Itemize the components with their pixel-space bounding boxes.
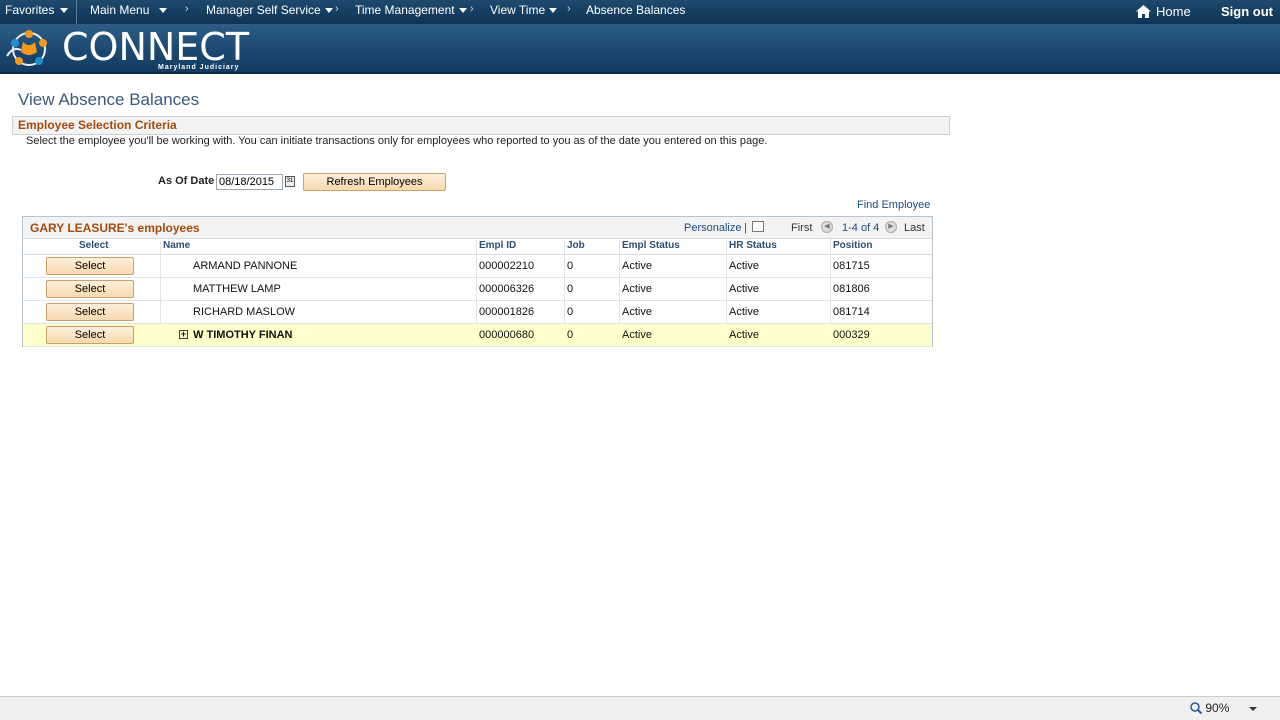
position: 081714	[833, 306, 870, 318]
as-of-date-label: As Of Date	[158, 175, 215, 187]
nav-main-menu[interactable]: Main Menu	[90, 0, 168, 24]
column-header-hr-status[interactable]: HR Status	[729, 240, 777, 251]
nav-time-management[interactable]: Time Management	[355, 0, 467, 24]
browser-status-bar: 90%	[0, 696, 1280, 720]
header-banner: CONNECT Maryland Judiciary	[0, 24, 1280, 74]
previous-page-icon[interactable]: ◀	[821, 221, 833, 233]
nav-absence-balances-label: Absence Balances	[586, 3, 686, 17]
column-header-select: Select	[79, 240, 109, 251]
nav-absence-balances[interactable]: Absence Balances	[586, 0, 685, 24]
empl-id: 000000680	[479, 329, 535, 341]
grid-title: GARY LEASURE's employees	[30, 221, 200, 235]
empl-status: Active	[622, 306, 652, 318]
column-header-position[interactable]: Position	[833, 240, 872, 251]
chevron-down-icon	[458, 8, 467, 14]
nav-time-management-label: Time Management	[355, 3, 455, 17]
select-button[interactable]: Select	[46, 326, 134, 344]
chevron-down-icon	[549, 8, 558, 14]
table-row: Select ARMAND PANNONE 000002210 0 Active…	[23, 255, 932, 278]
position: 081806	[833, 283, 870, 295]
zoom-level: 90%	[1205, 701, 1230, 715]
employee-selection-criteria-section: Employee Selection Criteria	[12, 116, 950, 135]
instructions-text: Select the employee you'll be working wi…	[26, 135, 768, 147]
zoom-icon	[1190, 702, 1203, 715]
connect-logo-icon	[6, 30, 47, 66]
nav-divider	[76, 0, 77, 24]
next-page-icon[interactable]: ▶	[885, 221, 897, 233]
first-page-link[interactable]: First	[791, 222, 812, 234]
job: 0	[567, 283, 574, 295]
empl-id: 000006326	[479, 283, 535, 295]
nav-manager-self-service[interactable]: Manager Self Service	[206, 0, 333, 24]
nav-favorites-label: Favorites	[5, 3, 55, 17]
sign-out-link[interactable]: Sign out	[1221, 0, 1273, 24]
nav-view-time[interactable]: View Time	[490, 0, 558, 24]
employee-name-expandable: + W TIMOTHY FINAN	[179, 329, 292, 341]
empl-id: 000001826	[479, 306, 535, 318]
chevron-down-icon	[159, 8, 168, 14]
nav-view-time-label: View Time	[490, 3, 546, 17]
nav-main-menu-label: Main Menu	[90, 3, 150, 17]
section-title: Employee Selection Criteria	[18, 118, 177, 132]
empl-id: 000002210	[479, 260, 535, 272]
new-window-icon[interactable]	[752, 221, 764, 232]
row-range-label: 1-4 of 4	[842, 222, 880, 234]
calendar-icon[interactable]: 31	[285, 176, 295, 187]
hr-status: Active	[729, 283, 759, 295]
refresh-employees-button[interactable]: Refresh Employees	[303, 173, 446, 191]
job: 0	[567, 260, 574, 272]
column-header-name[interactable]: Name	[163, 240, 190, 251]
select-button[interactable]: Select	[46, 303, 134, 321]
chevron-down-icon	[60, 8, 69, 14]
position: 081715	[833, 260, 870, 272]
job: 0	[567, 329, 574, 341]
grid-header: GARY LEASURE's employees Personalize | F…	[23, 217, 932, 239]
column-header-empl-id[interactable]: Empl ID	[479, 240, 516, 251]
breadcrumb-arrow-icon: ›	[185, 3, 189, 15]
empl-status: Active	[622, 260, 652, 272]
hr-status: Active	[729, 306, 759, 318]
personalize-link[interactable]: Personalize	[684, 222, 741, 234]
connect-logo-text: CONNECT	[62, 25, 250, 69]
table-row: Select + W TIMOTHY FINAN 000000680 0 Act…	[23, 324, 932, 347]
nav-favorites[interactable]: Favorites	[5, 0, 69, 24]
as-of-date-input[interactable]	[216, 174, 283, 190]
position: 000329	[833, 329, 870, 341]
find-employee-link[interactable]: Find Employee	[857, 199, 930, 211]
chevron-down-icon[interactable]	[1249, 707, 1257, 711]
breadcrumb-arrow-icon: ›	[335, 3, 339, 15]
table-row: Select MATTHEW LAMP 000006326 0 Active A…	[23, 278, 932, 301]
last-page-link[interactable]: Last	[904, 222, 925, 234]
top-navigation-bar: Favorites Main Menu › Manager Self Servi…	[0, 0, 1280, 24]
column-header-empl-status[interactable]: Empl Status	[622, 240, 680, 251]
select-button[interactable]: Select	[46, 280, 134, 298]
select-button[interactable]: Select	[46, 257, 134, 275]
employee-name: ARMAND PANNONE	[193, 260, 298, 272]
breadcrumb-arrow-icon: ›	[470, 3, 474, 15]
employee-name: W TIMOTHY FINAN	[193, 329, 293, 341]
hr-status: Active	[729, 260, 759, 272]
home-link[interactable]: Home	[1136, 0, 1191, 24]
home-label: Home	[1156, 4, 1191, 19]
home-icon	[1136, 5, 1151, 18]
page-title: View Absence Balances	[18, 90, 200, 109]
employee-name: MATTHEW LAMP	[193, 283, 281, 295]
employees-grid: GARY LEASURE's employees Personalize | F…	[22, 216, 933, 347]
breadcrumb-arrow-icon: ›	[567, 3, 571, 15]
zoom-control[interactable]: 90%	[1190, 701, 1229, 715]
job: 0	[567, 306, 574, 318]
column-header-job[interactable]: Job	[567, 240, 585, 251]
chevron-down-icon	[324, 8, 333, 14]
separator: |	[744, 222, 747, 234]
empl-status: Active	[622, 329, 652, 341]
connect-logo-subtitle: Maryland Judiciary	[158, 64, 240, 71]
empl-status: Active	[622, 283, 652, 295]
employee-name: RICHARD MASLOW	[193, 306, 296, 318]
hr-status: Active	[729, 329, 759, 341]
table-row: Select RICHARD MASLOW 000001826 0 Active…	[23, 301, 932, 324]
expand-icon[interactable]: +	[179, 330, 188, 339]
nav-manager-self-service-label: Manager Self Service	[206, 3, 321, 17]
